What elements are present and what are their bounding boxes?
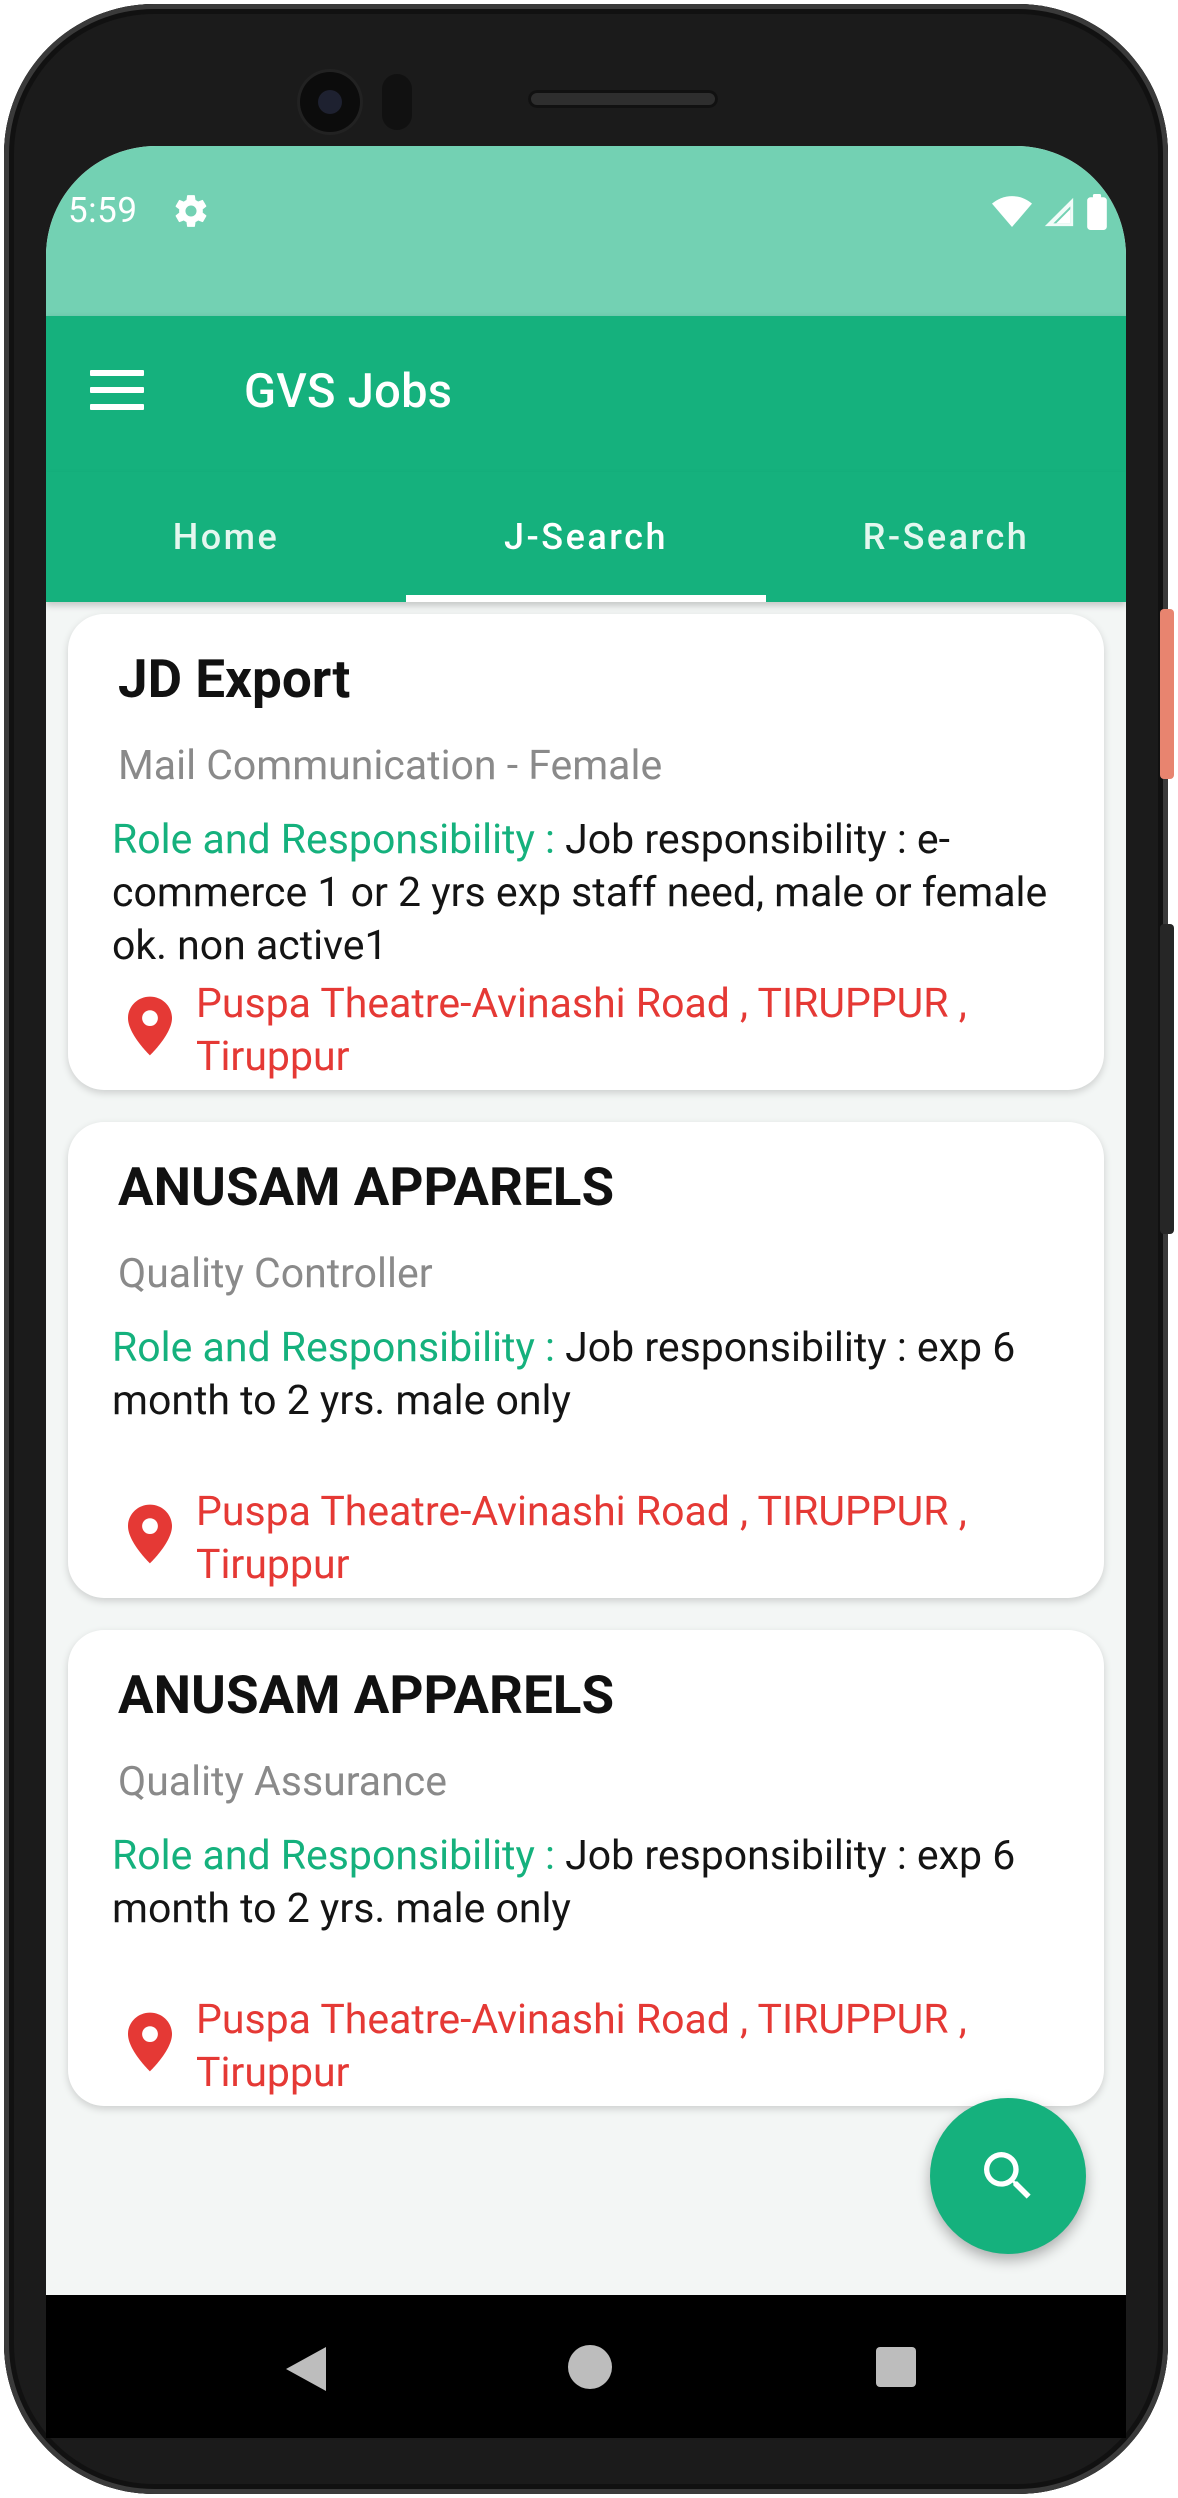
company-name: ANUSAM APPARELS [118, 1664, 615, 1726]
job-card[interactable]: JD Export Mail Communication - Female Ro… [68, 614, 1104, 1090]
cell-signal-icon [1044, 197, 1074, 227]
job-card[interactable]: ANUSAM APPARELS Quality Controller Role … [68, 1122, 1104, 1598]
job-title: Quality Controller [118, 1250, 433, 1298]
role-label: Role and Responsibility : [112, 1832, 566, 1880]
role-description: Role and Responsibility : Job responsibi… [112, 1322, 1072, 1428]
volume-button [1160, 924, 1174, 1234]
battery-icon [1087, 194, 1107, 230]
search-fab-button[interactable] [930, 2098, 1086, 2254]
job-card[interactable]: ANUSAM APPARELS Quality Assurance Role a… [68, 1630, 1104, 2106]
tab-bar: Home J-Search R-Search [46, 472, 1126, 602]
role-label: Role and Responsibility : [112, 816, 566, 864]
job-title: Quality Assurance [118, 1758, 447, 1806]
role-label: Role and Responsibility : [112, 1324, 566, 1372]
status-bar: 5:59 [46, 146, 1126, 316]
company-name: ANUSAM APPARELS [118, 1156, 615, 1218]
settings-gear-icon [175, 195, 207, 227]
wifi-icon [992, 196, 1032, 227]
home-circle-icon[interactable] [568, 2345, 612, 2389]
role-description: Role and Responsibility : Job responsibi… [112, 814, 1072, 973]
screen: 5:59 GVS Jobs Home J-Search R-Search JD … [46, 146, 1126, 2438]
proximity-sensor [382, 74, 412, 130]
location-pin-icon [128, 996, 172, 1056]
recents-square-icon[interactable] [876, 2347, 916, 2387]
job-location: Puspa Theatre-Avinashi Road , TIRUPPUR ,… [196, 1996, 967, 2097]
front-camera [300, 72, 360, 132]
hamburger-menu-icon[interactable] [90, 370, 144, 418]
job-location: Puspa Theatre-Avinashi Road , TIRUPPUR ,… [196, 1488, 967, 1589]
job-location: Puspa Theatre-Avinashi Road , TIRUPPUR ,… [196, 980, 967, 1081]
location-pin-icon [128, 1504, 172, 1564]
search-icon [984, 2152, 1031, 2199]
earpiece-speaker [528, 90, 718, 108]
job-title: Mail Communication - Female [118, 742, 663, 790]
role-description: Role and Responsibility : Job responsibi… [112, 1830, 1072, 1936]
tab-j-search[interactable]: J-Search [406, 472, 766, 602]
tab-r-search[interactable]: R-Search [766, 472, 1126, 602]
power-button [1160, 609, 1174, 779]
company-name: JD Export [118, 648, 351, 710]
location-pin-icon [128, 2012, 172, 2072]
app-title: GVS Jobs [244, 364, 453, 419]
system-nav-bar [46, 2295, 1126, 2438]
status-time: 5:59 [68, 190, 138, 231]
app-bar: GVS Jobs [46, 316, 1126, 472]
tab-home[interactable]: Home [46, 472, 406, 602]
status-icons [992, 194, 1108, 230]
back-triangle-icon[interactable] [286, 2347, 326, 2391]
